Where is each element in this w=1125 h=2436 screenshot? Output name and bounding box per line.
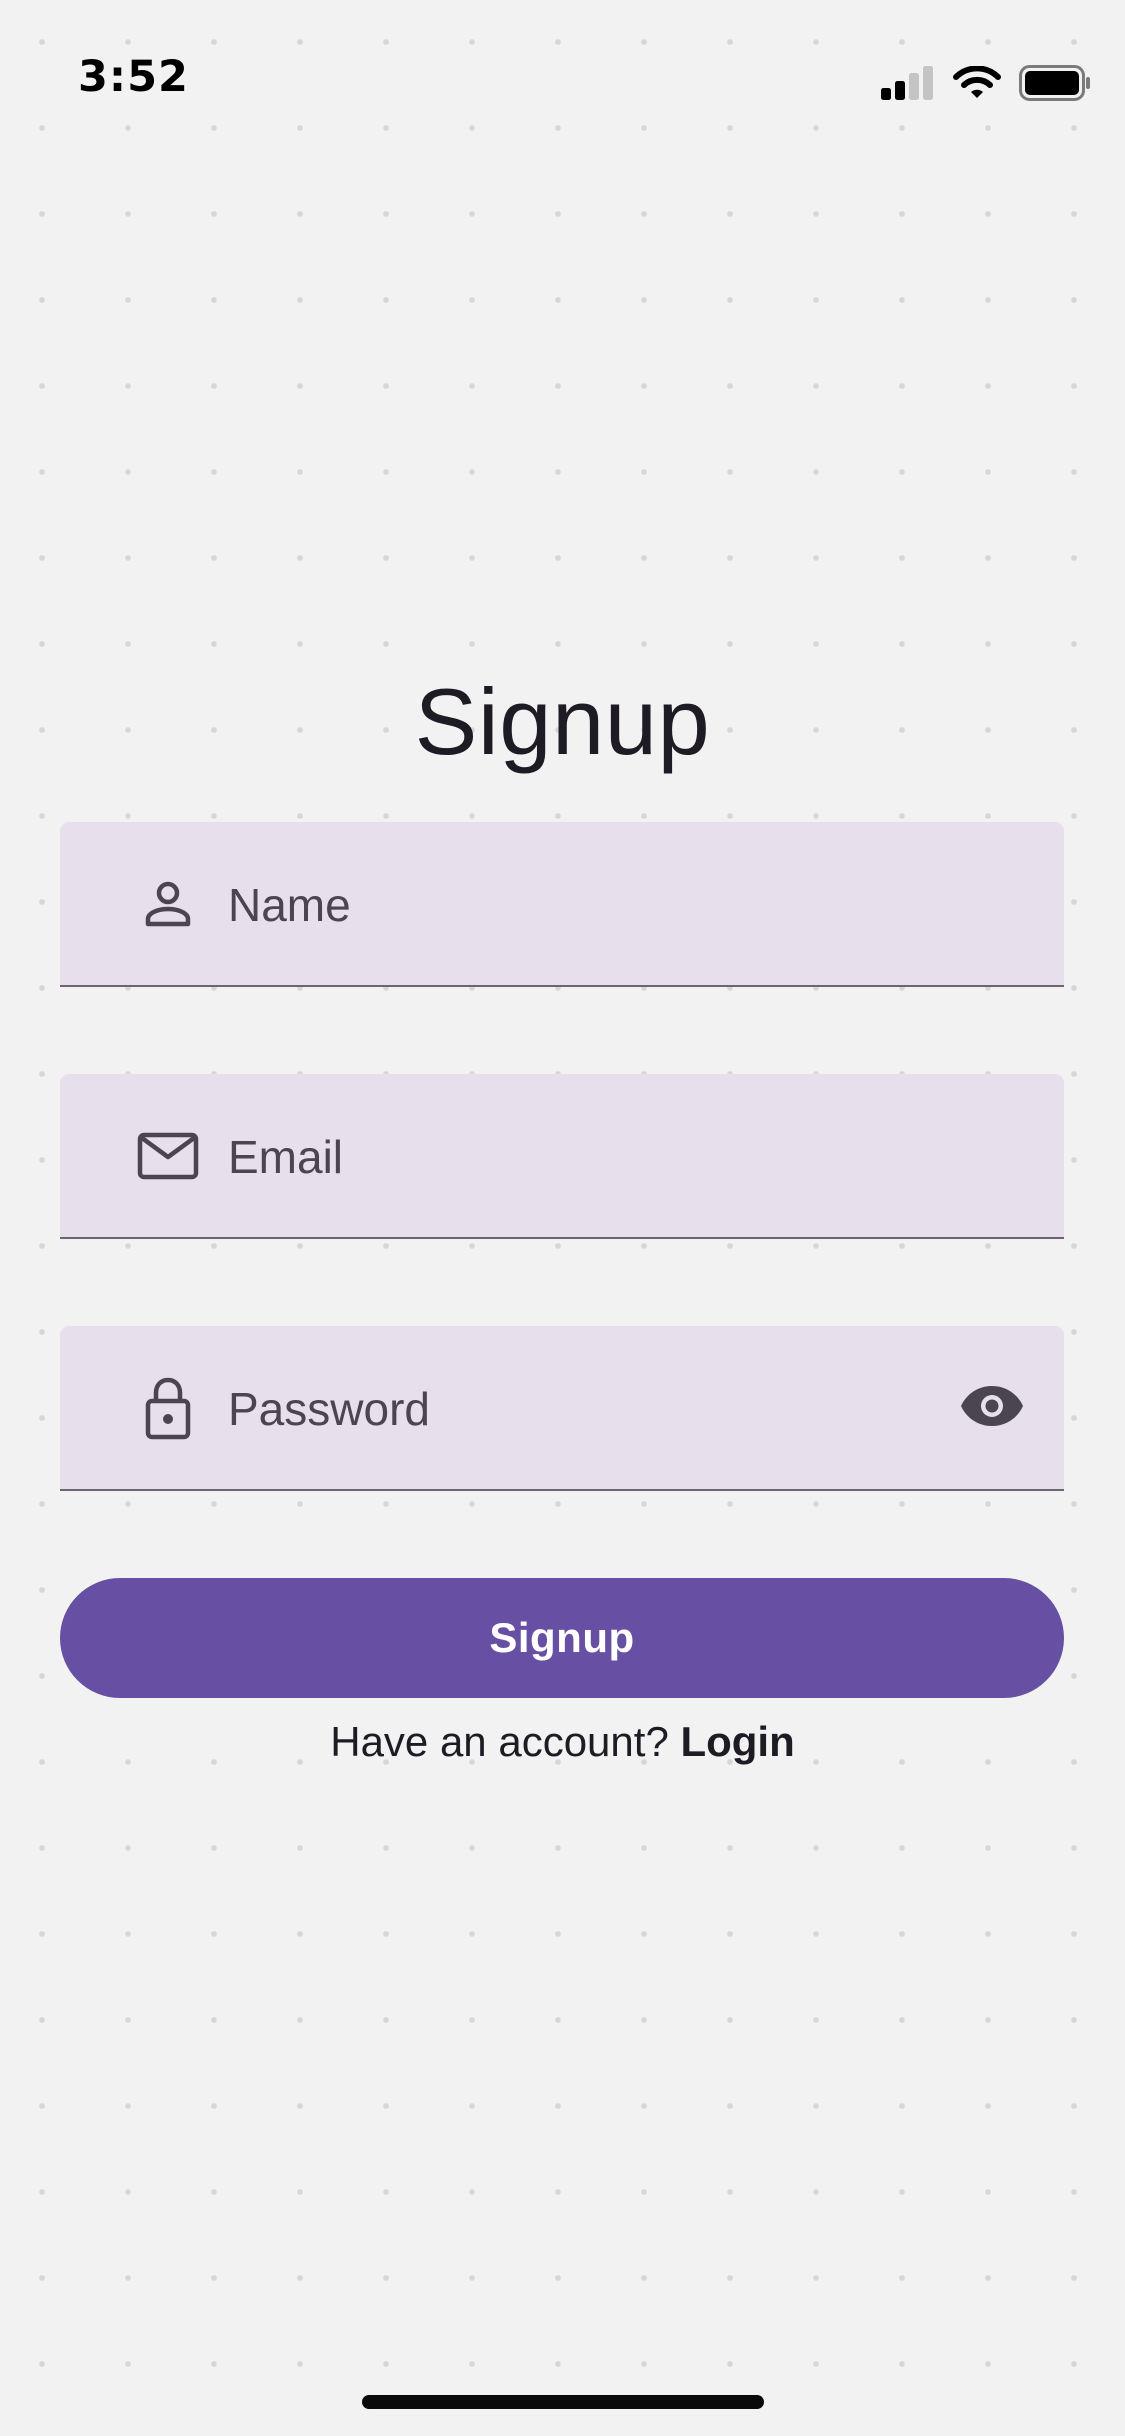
page-title: Signup [414, 669, 711, 774]
login-link[interactable]: Login [680, 1718, 794, 1765]
name-input[interactable] [228, 860, 988, 950]
login-prompt-row: Have an account? Login [0, 1718, 1125, 1766]
battery-icon [1019, 65, 1090, 101]
cellular-signal-icon [881, 66, 933, 100]
lock-icon [145, 1377, 191, 1440]
password-input[interactable] [228, 1364, 868, 1454]
email-field[interactable] [60, 1074, 1064, 1239]
wifi-icon [953, 66, 1001, 98]
status-bar: 3:52 [0, 0, 1125, 150]
password-field[interactable] [60, 1326, 1064, 1491]
status-time: 3:52 [78, 52, 189, 102]
signup-button[interactable]: Signup [60, 1578, 1064, 1698]
home-indicator[interactable] [362, 2395, 764, 2409]
password-visibility-toggle[interactable] [956, 1374, 1028, 1438]
envelope-icon [137, 1132, 199, 1180]
status-icons [881, 58, 1091, 108]
eye-icon [961, 1386, 1023, 1426]
person-icon [145, 881, 191, 927]
email-input[interactable] [228, 1112, 988, 1202]
name-field[interactable] [60, 822, 1064, 987]
have-account-text: Have an account? [330, 1718, 681, 1765]
